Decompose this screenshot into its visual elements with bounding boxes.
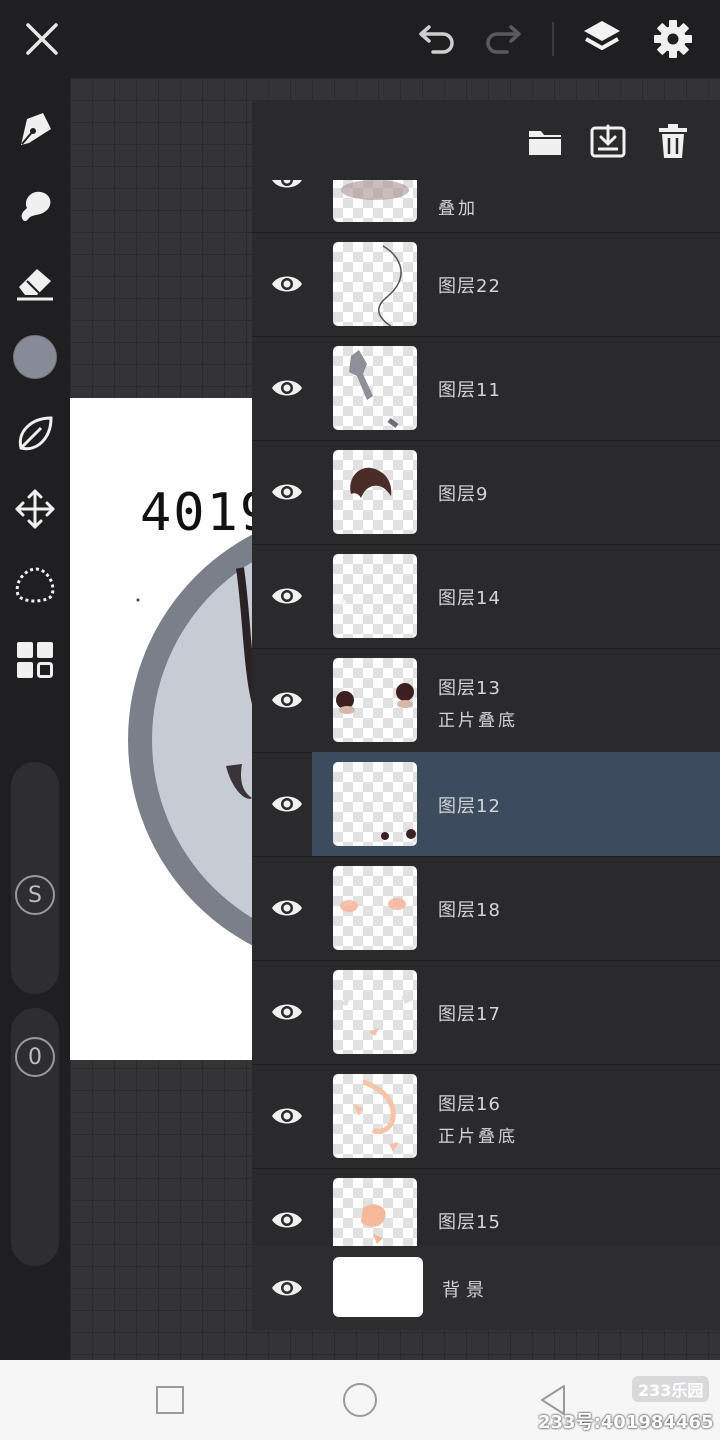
layer-thumbnail — [333, 1178, 417, 1246]
smudge-icon[interactable] — [10, 181, 60, 231]
eye-icon[interactable] — [262, 987, 312, 1037]
eye-icon[interactable] — [262, 259, 312, 309]
layer-row[interactable]: 图层16 正片叠底 — [252, 1064, 720, 1169]
layer-name: 图层14 — [438, 588, 501, 609]
layer-thumbnail — [333, 450, 417, 534]
eye-icon[interactable] — [262, 180, 312, 205]
layer-row[interactable]: 图层13 正片叠底 — [252, 648, 720, 753]
watermark-logo: 233乐园 — [632, 1376, 710, 1402]
watermark-id: 233号:401984465 — [538, 1412, 714, 1433]
layer-thumbnail — [333, 242, 417, 326]
layer-name: 图层11 — [438, 380, 501, 401]
size-slider-knob[interactable]: S — [14, 874, 56, 916]
layer-thumbnail — [333, 866, 417, 950]
opacity-slider-label: 0 — [15, 1037, 55, 1077]
layer-blend-mode: 正片叠底 — [438, 711, 518, 731]
layer-row-selected[interactable]: 图层12 — [252, 752, 720, 857]
eye-icon[interactable] — [262, 1195, 312, 1245]
layer-row[interactable]: 图层18 — [252, 856, 720, 961]
layer-thumbnail — [333, 180, 417, 222]
layer-blend-mode: 叠加 — [438, 199, 478, 219]
background-layer-row[interactable]: 背景 — [252, 1246, 720, 1330]
grid-icon[interactable] — [10, 635, 60, 685]
gear-icon[interactable] — [648, 14, 698, 64]
eye-icon[interactable] — [262, 883, 312, 933]
layer-name: 图层22 — [438, 276, 501, 297]
eye-icon[interactable] — [262, 363, 312, 413]
undo-icon[interactable] — [412, 14, 462, 64]
close-icon[interactable] — [17, 14, 67, 64]
layers-panel: 叠加 图层22 图层11 图层9 图层14 图层13 正片叠底 图层12 图层1… — [252, 100, 720, 1330]
layer-name: 图层15 — [438, 1212, 501, 1233]
eye-icon[interactable] — [262, 675, 312, 725]
layer-list[interactable]: 叠加 图层22 图层11 图层9 图层14 图层13 正片叠底 图层12 图层1… — [252, 180, 720, 1246]
brush-size-slider[interactable]: S — [11, 762, 59, 994]
layer-blend-mode: 正片叠底 — [438, 1127, 518, 1147]
leaf-icon[interactable] — [10, 409, 60, 459]
layer-thumbnail — [333, 1074, 417, 1158]
layer-name: 图层18 — [438, 900, 501, 921]
layer-thumbnail — [333, 762, 417, 846]
background-layer-name: 背景 — [442, 1280, 490, 1301]
layer-row[interactable]: 图层22 — [252, 232, 720, 337]
color-swatch[interactable] — [10, 332, 60, 382]
lasso-icon[interactable] — [10, 560, 60, 610]
top-toolbar — [0, 0, 720, 78]
import-icon[interactable] — [583, 118, 633, 164]
eye-icon[interactable] — [262, 571, 312, 621]
layer-name: 图层9 — [438, 484, 489, 505]
layer-thumbnail — [333, 346, 417, 430]
layer-name: 图层17 — [438, 1004, 501, 1025]
layer-row[interactable]: 叠加 — [252, 180, 720, 233]
layer-name: 图层16 — [438, 1094, 501, 1115]
layer-thumbnail — [333, 554, 417, 638]
background-thumbnail — [333, 1257, 423, 1317]
trash-icon[interactable] — [648, 118, 698, 164]
layer-row[interactable]: 图层9 — [252, 440, 720, 545]
eye-icon[interactable] — [262, 467, 312, 517]
layers-icon[interactable] — [577, 14, 627, 64]
eye-icon[interactable] — [262, 779, 312, 829]
folder-icon[interactable] — [520, 118, 570, 164]
eye-icon[interactable] — [262, 1091, 312, 1141]
pen-icon[interactable] — [10, 104, 60, 154]
opacity-slider-knob[interactable]: 0 — [14, 1036, 56, 1078]
layers-panel-header — [252, 100, 720, 180]
eye-icon[interactable] — [262, 1263, 312, 1313]
layer-row[interactable]: 图层17 — [252, 960, 720, 1065]
layer-row[interactable]: 图层11 — [252, 336, 720, 441]
eraser-icon[interactable] — [10, 258, 60, 308]
move-icon[interactable] — [10, 484, 60, 534]
recents-button[interactable] — [148, 1378, 192, 1422]
home-button[interactable] — [338, 1378, 382, 1422]
toolbar-divider — [552, 22, 554, 56]
layer-thumbnail — [333, 658, 417, 742]
redo-icon[interactable] — [478, 14, 528, 64]
layer-row[interactable]: 图层14 — [252, 544, 720, 649]
layer-name: 图层13 — [438, 678, 501, 699]
size-slider-label: S — [15, 875, 55, 915]
layer-row[interactable]: 图层15 — [252, 1168, 720, 1246]
layer-name: 图层12 — [438, 796, 501, 817]
opacity-slider[interactable]: 0 — [11, 1008, 59, 1266]
tool-sidebar: S 0 — [0, 78, 70, 1360]
layer-thumbnail — [333, 970, 417, 1054]
